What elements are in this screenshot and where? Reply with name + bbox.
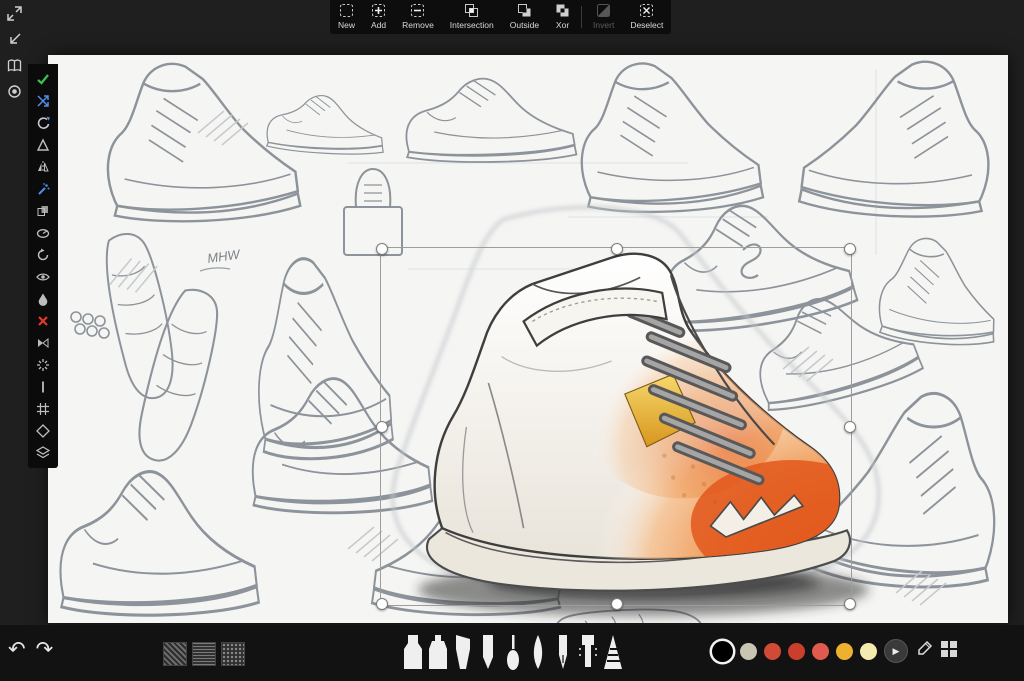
toolbar-divider	[581, 6, 582, 28]
layers-icon[interactable]	[28, 442, 58, 464]
color-swatch-6[interactable]	[860, 643, 877, 660]
selection-invert-button[interactable]: Invert	[585, 0, 622, 34]
bowtie-icon[interactable]	[28, 332, 58, 354]
eyedropper-icon[interactable]	[915, 640, 933, 663]
selection-invert-icon	[596, 3, 611, 18]
selection-xor-button[interactable]: Xor	[547, 0, 578, 34]
corner-arrow-icon[interactable]	[0, 26, 28, 52]
expand-arrows-icon[interactable]	[0, 0, 28, 26]
brush-striped-cone[interactable]	[602, 633, 624, 671]
selection-marquee[interactable]	[380, 247, 852, 606]
confirm-check-icon[interactable]	[28, 68, 58, 90]
color-palette: ▶	[712, 639, 958, 663]
artist-signature: MHW	[206, 246, 242, 266]
burst-icon[interactable]	[28, 354, 58, 376]
color-swatch-4[interactable]	[812, 643, 829, 660]
selection-intersection-button[interactable]: Intersection	[442, 0, 502, 34]
selection-new-icon	[339, 3, 354, 18]
brush-pencil[interactable]	[477, 633, 499, 671]
redo-icon[interactable]: ↷	[36, 637, 54, 662]
play-icon: ▶	[893, 646, 900, 657]
selection-remove-icon	[410, 3, 425, 18]
line-icon[interactable]	[28, 376, 58, 398]
tool-column	[28, 64, 58, 468]
diamond-icon[interactable]	[28, 420, 58, 442]
texture-swatch-dots[interactable]	[221, 642, 245, 666]
selection-handle-s[interactable]	[611, 598, 623, 610]
color-dynamics-button[interactable]: ▶	[884, 639, 908, 663]
selection-add-button[interactable]: Add	[363, 0, 394, 34]
brush-ink-bottle[interactable]	[427, 633, 449, 671]
color-swatch-2[interactable]	[764, 643, 781, 660]
selection-handle-w[interactable]	[376, 421, 388, 433]
undo-icon[interactable]: ↶	[8, 637, 26, 662]
guide-lines	[348, 69, 876, 269]
selection-xor-icon	[555, 3, 570, 18]
brush-round[interactable]	[502, 633, 524, 671]
color-swatch-5[interactable]	[836, 643, 853, 660]
selection-intersection-icon	[464, 3, 479, 18]
cancel-x-icon[interactable]	[28, 310, 58, 332]
color-swatch-1[interactable]	[740, 643, 757, 660]
transform-arrows-icon[interactable]	[28, 90, 58, 112]
magic-wand-icon[interactable]	[28, 178, 58, 200]
duplicate-frames-icon[interactable]	[28, 200, 58, 222]
texture-swatch-dense[interactable]	[192, 642, 216, 666]
selection-toolbar: New Add Remove Intersection Outside Xor …	[330, 0, 671, 34]
ellipse-icon[interactable]	[28, 222, 58, 244]
brush-fountain-pen[interactable]	[552, 633, 574, 671]
selection-new-button[interactable]: New	[330, 0, 363, 34]
grid-icon[interactable]	[28, 398, 58, 420]
fill-drop-icon[interactable]	[28, 288, 58, 310]
bottom-toolbar: ↶ ↷ ▶	[0, 625, 1024, 681]
selection-handle-e[interactable]	[844, 421, 856, 433]
selection-deselect-button[interactable]: Deselect	[622, 0, 671, 34]
selection-handle-n[interactable]	[611, 243, 623, 255]
selection-handle-ne[interactable]	[844, 243, 856, 255]
cone-icon[interactable]	[28, 134, 58, 156]
loop-icon[interactable]	[28, 244, 58, 266]
swatch-grid-icon[interactable]	[940, 640, 958, 663]
brush-row	[402, 633, 624, 671]
brush-marker[interactable]	[402, 633, 424, 671]
brush-airbrush[interactable]	[577, 633, 599, 671]
color-swatch-selected[interactable]	[712, 641, 733, 662]
color-swatch-3[interactable]	[788, 643, 805, 660]
left-rail	[0, 0, 28, 104]
selection-remove-button[interactable]: Remove	[394, 0, 442, 34]
selection-outside-button[interactable]: Outside	[502, 0, 547, 34]
sketch-app-window: { "selection_toolbar": { "buttons": [ {"…	[0, 0, 1024, 681]
selection-add-icon	[371, 3, 386, 18]
puck-icon[interactable]	[0, 78, 28, 104]
pages-icon[interactable]	[0, 52, 28, 78]
mirror-icon[interactable]	[28, 156, 58, 178]
selection-deselect-icon	[639, 3, 654, 18]
texture-swatch-checker[interactable]	[163, 642, 187, 666]
brush-chisel-marker[interactable]	[452, 633, 474, 671]
brush-flat-pen[interactable]	[527, 633, 549, 671]
selection-handle-nw[interactable]	[376, 243, 388, 255]
selection-outside-icon	[517, 3, 532, 18]
eye-icon[interactable]	[28, 266, 58, 288]
selection-handle-sw[interactable]	[376, 598, 388, 610]
rotate-icon[interactable]	[28, 112, 58, 134]
selection-handle-se[interactable]	[844, 598, 856, 610]
